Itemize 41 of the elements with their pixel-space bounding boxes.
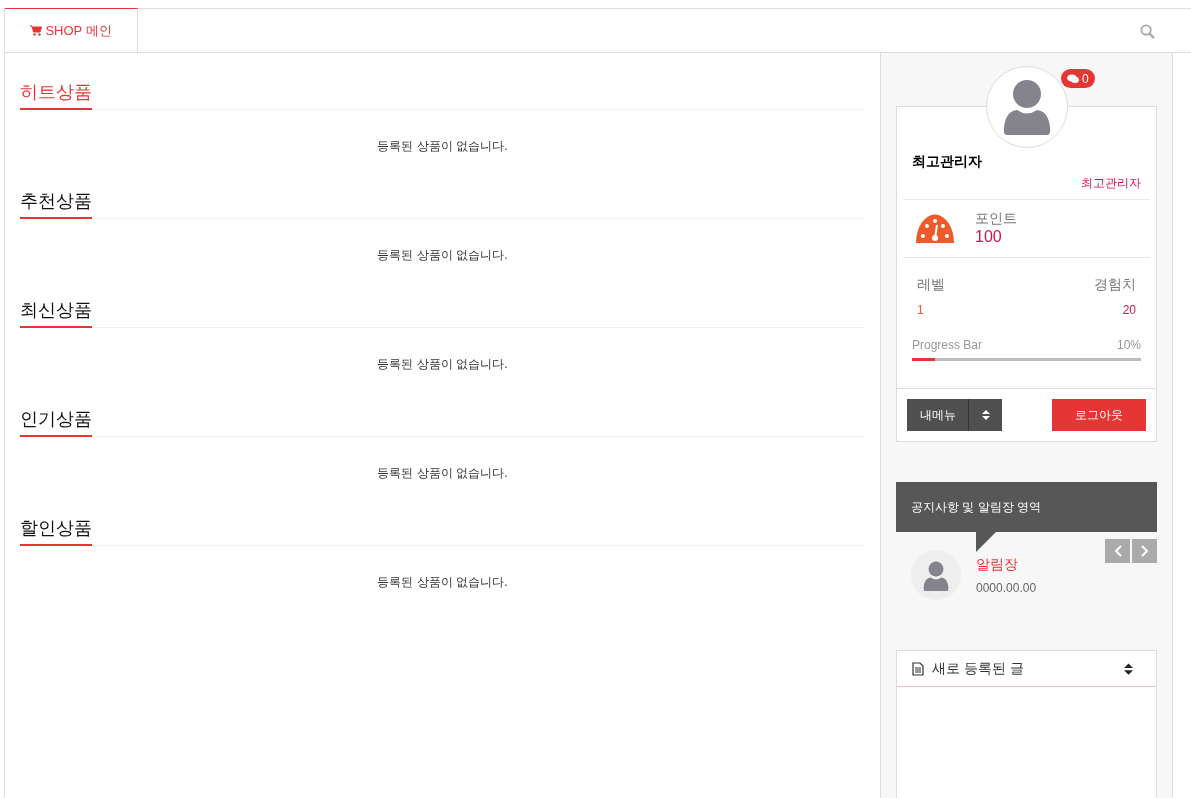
exp-value: 20 [1121, 302, 1136, 319]
sort-icon [981, 410, 990, 420]
section-title[interactable]: 히트상품 [20, 79, 92, 110]
user-silhouette-icon [1002, 79, 1051, 135]
memo-count-badge[interactable]: 0 [1061, 69, 1095, 88]
notice-title: 공지사항 및 알림장 영역 [911, 499, 1041, 516]
user-name: 최고관리자 [912, 152, 983, 171]
section-title[interactable]: 추천상품 [20, 188, 92, 219]
section-title[interactable]: 할인상품 [20, 515, 92, 546]
tab[interactable]: SHOP 메인 [5, 8, 138, 52]
empty-message: 등록된 상품이 없습니다. [376, 138, 509, 155]
user-grade: 최고관리자 [1080, 175, 1141, 192]
empty-message: 등록된 상품이 없습니다. [376, 574, 509, 591]
chevron-right-icon [1140, 545, 1149, 557]
document-icon [912, 661, 924, 676]
level-label: 레벨 [917, 275, 945, 294]
chevron-left-icon [1113, 545, 1122, 557]
empty-message: 등록된 상품이 없습니다. [376, 465, 509, 482]
previous-button[interactable] [1105, 539, 1130, 563]
section-title[interactable]: 최신상품 [20, 297, 92, 328]
my-menu-button[interactable]: 내메뉴 [907, 399, 969, 431]
cart-icon [30, 25, 43, 36]
empty-message: 등록된 상품이 없습니다. [376, 356, 509, 373]
new-posts-title: 새로 등록된 글 [932, 659, 1024, 678]
notice-item-title[interactable]: 알림장 [976, 553, 1037, 575]
next-button[interactable] [1132, 539, 1157, 563]
section-title[interactable]: 인기상품 [20, 406, 92, 437]
sort-icon[interactable] [1124, 662, 1133, 675]
notice-item-date: 0000.00.00 [976, 579, 1037, 597]
search-icon[interactable] [1140, 24, 1155, 39]
gauge-icon [916, 214, 954, 243]
progress-reading: 10% [1116, 337, 1141, 354]
exp-label: 경험치 [1094, 275, 1136, 294]
point-label: 포인트 [975, 209, 1017, 228]
point-value: 100 [975, 227, 1003, 248]
user-silhouette-icon [922, 561, 950, 591]
logout-button[interactable]: 로그아웃 [1052, 399, 1146, 431]
empty-message: 등록된 상품이 없습니다. [376, 247, 509, 264]
level-value: 1 [917, 302, 925, 319]
progress-label: Progress Bar [912, 337, 983, 354]
menu-toggle-button[interactable] [969, 399, 1002, 431]
